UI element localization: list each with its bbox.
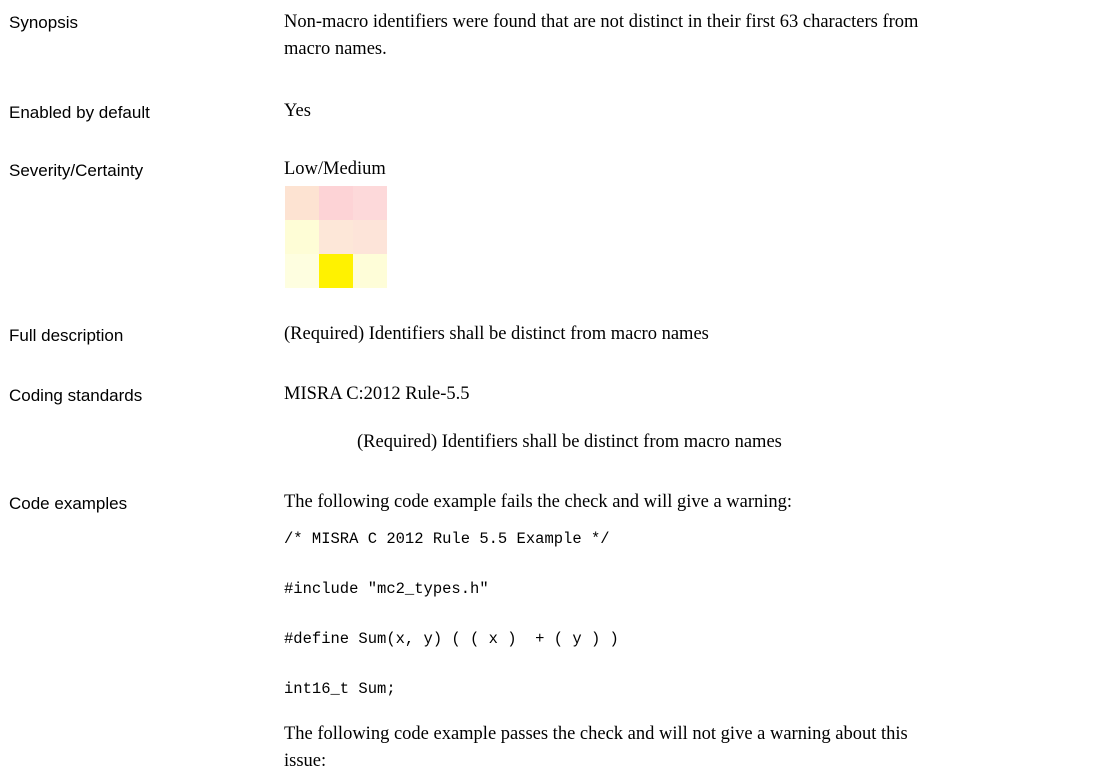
fail-intro: The following code example fails the che…	[284, 492, 793, 512]
synopsis-line-2: macro names.	[284, 39, 387, 59]
severity-cell-1-2	[353, 220, 387, 254]
severity-cell-0-2	[353, 186, 387, 220]
severity-cell-1-1	[319, 220, 353, 254]
enabled-value: Yes	[284, 101, 311, 121]
severity-value: Low/Medium	[284, 159, 386, 179]
enabled-label: Enabled by default	[9, 103, 150, 122]
severity-cell-1-0	[285, 220, 319, 254]
synopsis-label: Synopsis	[9, 13, 78, 32]
severity-cell-2-2	[353, 254, 387, 288]
pass-intro-line-1: The following code example passes the ch…	[284, 724, 908, 744]
severity-cell-0-0	[285, 186, 319, 220]
full-description-text: (Required) Identifiers shall be distinct…	[284, 324, 709, 344]
synopsis-line-1: Non-macro identifiers were found that ar…	[284, 12, 919, 32]
synopsis-text: Non-macro identifiers were found that ar…	[284, 9, 1098, 63]
severity-cell-2-0	[285, 254, 319, 288]
full-description-label: Full description	[9, 326, 124, 345]
code-examples-label: Code examples	[9, 494, 128, 513]
severity-label: Severity/Certainty	[9, 161, 144, 180]
pass-intro: The following code example passes the ch…	[284, 721, 1098, 775]
coding-standard-detail: (Required) Identifiers shall be distinct…	[357, 432, 782, 452]
pass-intro-line-2: issue:	[284, 751, 327, 771]
code-line-define: #define Sum(x, y) ( ( x ) + ( y ) )	[284, 630, 619, 648]
coding-standards-label: Coding standards	[9, 386, 143, 405]
code-line-comment: /* MISRA C 2012 Rule 5.5 Example */	[284, 530, 610, 548]
code-line-declaration: int16_t Sum;	[284, 680, 396, 698]
severity-matrix	[285, 186, 387, 288]
severity-cell-2-1	[319, 254, 353, 288]
code-line-include: #include "mc2_types.h"	[284, 580, 489, 598]
severity-cell-0-1	[319, 186, 353, 220]
coding-standard-name: MISRA C:2012 Rule-5.5	[284, 384, 470, 404]
